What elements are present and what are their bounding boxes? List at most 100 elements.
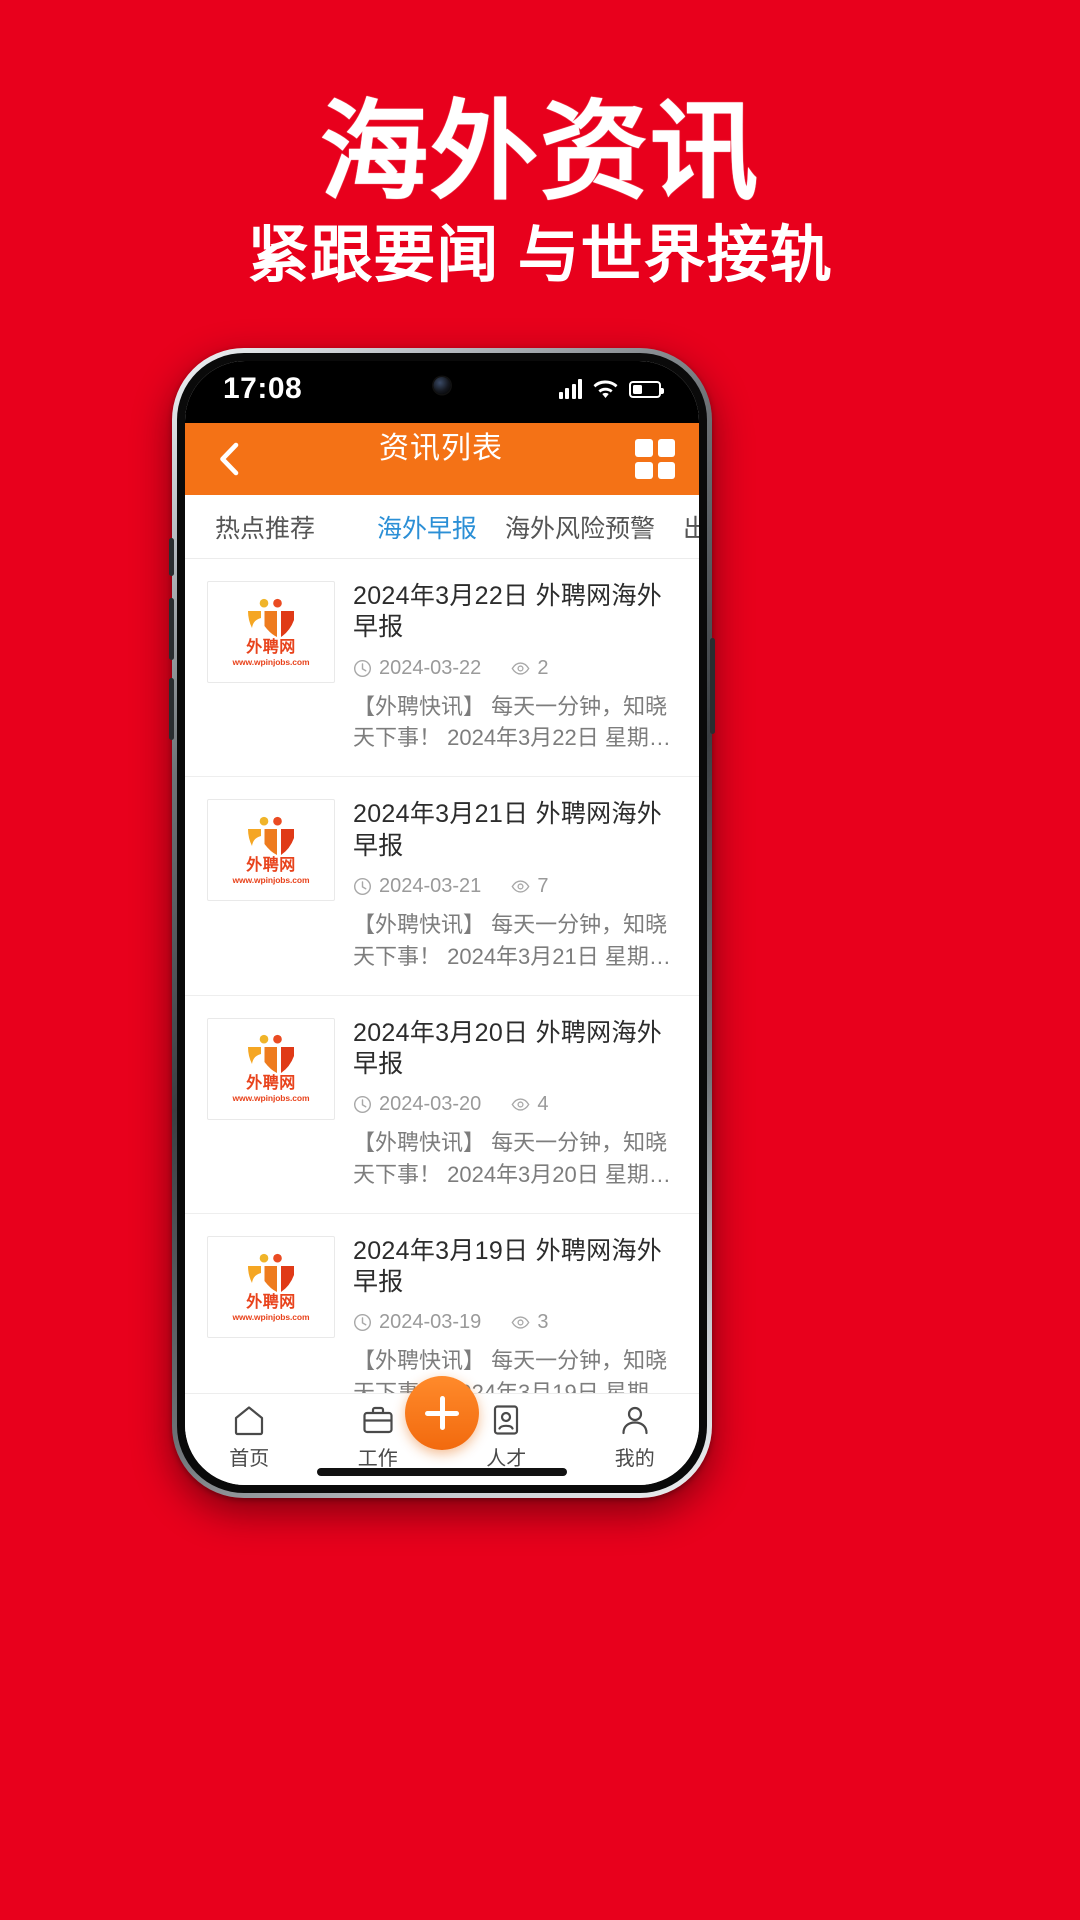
briefcase-icon (363, 1406, 393, 1434)
bottom-navigation: 首页 工作 人才 我的 (185, 1376, 699, 1485)
phone-mockup: 17:08 资讯列表 热点推荐 海外早报 海外风险预警 出 外聘网 www.wp… (169, 348, 715, 1498)
app-header-center: 资讯列表 (247, 423, 635, 495)
page-title: 资讯列表 (379, 432, 503, 465)
article-body: 2024年3月20日 外聘网海外早报 2024-03-20 4 【外聘快讯】 每… (353, 1018, 677, 1191)
article-thumbnail: 外聘网 www.wpinjobs.com (207, 799, 335, 902)
article-thumbnail: 外聘网 www.wpinjobs.com (207, 581, 335, 683)
clock-icon (353, 1314, 372, 1332)
brand-name: 外聘网 (246, 1075, 296, 1093)
brand-name: 外聘网 (246, 1293, 296, 1311)
nav-label: 工作 (357, 1448, 398, 1470)
promo-banner: 海外资讯 紧跟要闻 与世界接轨 (0, 0, 1080, 340)
article-views: 3 (511, 1311, 548, 1334)
list-item[interactable]: 外聘网 www.wpinjobs.com 2024年3月21日 外聘网海外早报 … (185, 777, 699, 996)
front-camera-icon (433, 377, 451, 394)
mute-switch[interactable] (169, 538, 174, 576)
clock-icon (353, 877, 372, 895)
article-description: 【外聘快讯】 每天一分钟，知晓天下事！ 2024年3月20日 星期三 农历二月 (353, 1130, 671, 1187)
phone-bezel: 17:08 资讯列表 热点推荐 海外早报 海外风险预警 出 外聘网 www.wp… (177, 353, 707, 1493)
wifi-icon (593, 380, 618, 399)
brand-url: www.wpinjobs.com (232, 1311, 310, 1322)
article-views: 7 (511, 875, 548, 898)
eye-icon (511, 1316, 530, 1329)
article-views-count: 3 (537, 1311, 549, 1334)
promo-title: 海外资讯 (319, 91, 760, 212)
battery-icon (629, 380, 664, 398)
category-tabs: 热点推荐 海外早报 海外风险预警 出国攻略 (185, 495, 699, 559)
cellular-signal-icon (558, 379, 582, 399)
app-header: 资讯列表 (185, 423, 699, 495)
grid-cell (635, 461, 653, 479)
clock-icon (353, 659, 372, 677)
article-date: 2024-03-21 (353, 875, 481, 898)
article-views-count: 4 (537, 1093, 549, 1116)
brand-url: www.wpinjobs.com (232, 875, 310, 886)
article-meta: 2024-03-21 7 (353, 875, 677, 898)
article-body: 2024年3月22日 外聘网海外早报 2024-03-22 2 【外聘快讯】 每… (353, 581, 677, 754)
article-description: 【外聘快讯】 每天一分钟，知晓天下事！ 2024年3月22日 星期五 农历二月 (353, 693, 671, 751)
article-title: 2024年3月19日 外聘网海外早报 (353, 1236, 663, 1297)
nav-label: 人才 (486, 1448, 527, 1470)
brand-name: 外聘网 (246, 857, 296, 875)
promo-subtitle: 紧跟要闻 与世界接轨 (247, 221, 833, 291)
person-icon (622, 1406, 648, 1435)
article-date-text: 2024-03-20 (379, 1093, 482, 1116)
article-body: 2024年3月21日 外聘网海外早报 2024-03-21 7 【外聘快讯】 每… (353, 799, 677, 972)
article-date: 2024-03-20 (353, 1093, 481, 1116)
tab-going-abroad-guide[interactable]: 出国攻略 (675, 509, 699, 545)
article-meta: 2024-03-19 3 (353, 1311, 677, 1334)
home-icon (235, 1406, 264, 1436)
tab-hot-recommend[interactable]: 热点推荐 (207, 509, 323, 545)
article-views-count: 2 (537, 656, 549, 679)
article-title: 2024年3月21日 外聘网海外早报 (353, 800, 663, 860)
back-button[interactable] (209, 440, 247, 478)
article-list[interactable]: 外聘网 www.wpinjobs.com 2024年3月22日 外聘网海外早报 … (185, 559, 699, 1393)
brand-name: 外聘网 (246, 638, 296, 656)
brand-url: www.wpinjobs.com (232, 1093, 310, 1104)
clock-icon (353, 1096, 372, 1114)
eye-icon (511, 1098, 530, 1111)
list-item[interactable]: 外聘网 www.wpinjobs.com 2024年3月19日 外聘网海外早报 … (185, 1214, 699, 1393)
article-description: 【外聘快讯】 每天一分钟，知晓天下事！ 2024年3月19日 星期二 农历二月 (353, 1348, 671, 1393)
list-item[interactable]: 外聘网 www.wpinjobs.com 2024年3月22日 外聘网海外早报 … (185, 559, 699, 778)
article-description: 【外聘快讯】 每天一分钟，知晓天下事！ 2024年3月21日 星期四 农历二月 (353, 911, 671, 969)
grid-menu-icon[interactable] (635, 439, 675, 479)
article-date: 2024-03-22 (353, 657, 481, 680)
home-indicator[interactable] (317, 1468, 567, 1476)
status-icons (558, 379, 664, 399)
grid-cell (635, 439, 653, 457)
tab-overseas-morning[interactable]: 海外早报 (369, 509, 485, 545)
tab-overseas-risk-alert[interactable]: 海外风险预警 (497, 509, 663, 545)
add-button[interactable] (405, 1376, 479, 1450)
list-item[interactable]: 外聘网 www.wpinjobs.com 2024年3月20日 外聘网海外早报 … (185, 996, 699, 1214)
article-views: 2 (511, 657, 548, 680)
phone-screen: 17:08 资讯列表 热点推荐 海外早报 海外风险预警 出 外聘网 www.wp… (185, 361, 699, 1485)
id-card-icon (494, 1405, 519, 1435)
volume-up-button[interactable] (169, 598, 174, 660)
article-date-text: 2024-03-19 (379, 1311, 482, 1334)
brand-logo-icon (248, 816, 294, 856)
article-thumbnail: 外聘网 www.wpinjobs.com (207, 1235, 335, 1338)
status-bar: 17:08 (185, 361, 699, 423)
article-date: 2024-03-19 (353, 1311, 481, 1334)
nav-item-mine[interactable]: 我的 (590, 1402, 680, 1471)
article-meta: 2024-03-20 4 (353, 1093, 677, 1116)
article-title: 2024年3月22日 外聘网海外早报 (353, 582, 663, 642)
brand-logo-icon (248, 598, 294, 637)
brand-logo-icon (248, 1035, 294, 1074)
article-title: 2024年3月20日 外聘网海外早报 (353, 1018, 663, 1078)
volume-down-button[interactable] (169, 678, 174, 740)
article-date-text: 2024-03-22 (379, 656, 482, 679)
grid-cell (657, 439, 675, 457)
brand-url: www.wpinjobs.com (232, 656, 310, 667)
eye-icon (511, 661, 530, 675)
article-meta: 2024-03-22 2 (353, 657, 677, 680)
nav-label: 首页 (229, 1448, 270, 1470)
article-date-text: 2024-03-21 (379, 874, 482, 897)
grid-cell (657, 461, 675, 479)
eye-icon (511, 880, 530, 893)
nav-label: 我的 (614, 1448, 655, 1470)
status-time: 17:08 (223, 372, 303, 405)
nav-item-home[interactable]: 首页 (204, 1402, 294, 1471)
power-button[interactable] (710, 638, 715, 734)
